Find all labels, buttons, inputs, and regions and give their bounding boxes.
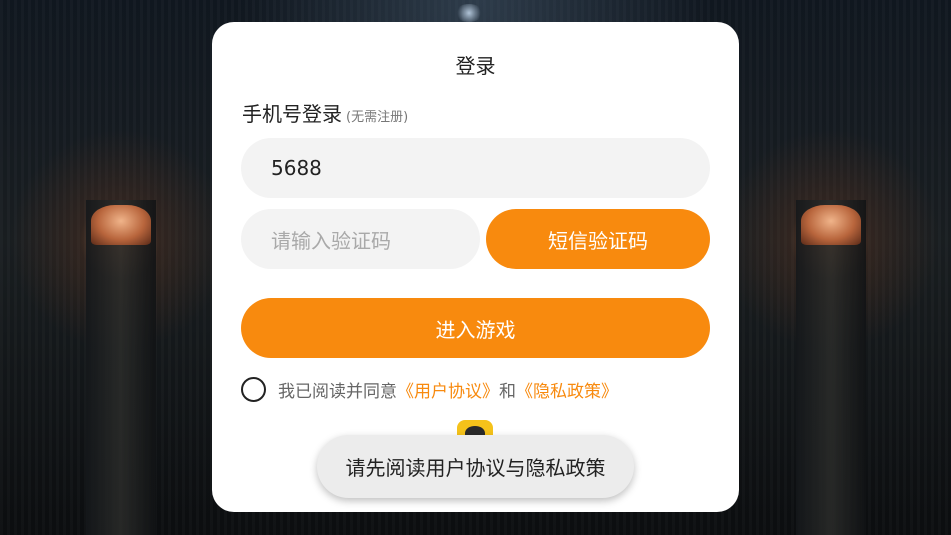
ceiling-light [455, 4, 483, 22]
no-register-hint: (无需注册) [346, 110, 409, 125]
phone-login-heading: 手机号登录 (无需注册) [242, 98, 408, 127]
user-agreement-link[interactable]: 《用户协议》 [397, 377, 499, 402]
agreement-and: 和 [499, 381, 516, 402]
agreement-row: 我已阅读并同意 《用户协议》 和 《隐私政策》 [241, 375, 618, 403]
left-pillar [86, 200, 156, 535]
agreement-radio[interactable] [241, 376, 266, 402]
enter-game-button[interactable]: 进入游戏 [241, 298, 710, 358]
right-lamp [801, 205, 861, 245]
dialog-title: 登录 [455, 54, 496, 78]
privacy-policy-link[interactable]: 《隐私政策》 [516, 377, 618, 402]
phone-login-label: 手机号登录 [242, 102, 342, 126]
agreement-prefix: 我已阅读并同意 [278, 381, 397, 402]
verification-code-input[interactable]: 请输入验证码 [241, 209, 480, 269]
left-lamp [91, 205, 151, 245]
send-sms-code-button[interactable]: 短信验证码 [486, 209, 710, 269]
right-pillar [796, 200, 866, 535]
toast-message: 请先阅读用户协议与隐私政策 [317, 435, 634, 498]
phone-input[interactable]: 5688 [241, 138, 710, 198]
